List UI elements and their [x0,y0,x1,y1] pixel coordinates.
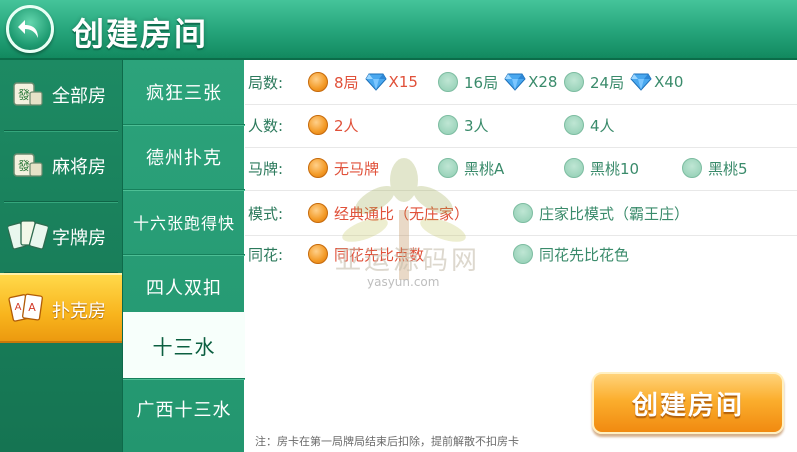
option-text: 经典通比（无庄家） [334,204,470,223]
radio-selected-icon [308,244,328,264]
radio-unselected-icon [564,115,584,135]
option-text: 16局 [464,73,499,92]
create-room-screen: 创建房间 發 全部房 發 麻将房 字牌房 A A 扑克房 疯狂三张 德州扑克 十… [0,0,797,452]
svg-text:發: 發 [18,158,30,173]
mode-option-banker[interactable]: 庄家比模式（霸王庄） [513,201,689,225]
category-item-mahjong[interactable]: 發 麻将房 [0,131,122,201]
watermark-text: 亚运源码网 [335,246,481,276]
radio-selected-icon [308,72,328,92]
word-cards-icon [8,220,48,250]
game-item-sixteen-run-fast[interactable]: 十六张跑得快 [123,190,245,254]
horse-option-spade-5[interactable]: 黑桃5 [682,156,748,180]
category-label: 全部房 [52,86,106,107]
room-card-cost: X40 [654,73,684,91]
category-item-all[interactable]: 發 全部房 [0,60,122,130]
watermark-domain: yasyun.com [367,275,440,289]
header-bar: 创建房间 [0,0,797,60]
option-text: 黑桃5 [708,159,748,178]
radio-unselected-icon [564,158,584,178]
horse-label: 马牌: [248,160,284,178]
players-option-4[interactable]: 4人 [564,113,615,137]
svg-text:發: 發 [18,87,30,102]
radio-unselected-icon [513,244,533,264]
diamond-icon [364,73,387,91]
poker-cards-icon: A A [8,293,43,322]
players-label: 人数: [248,117,284,135]
create-room-button[interactable]: 创建房间 [592,372,784,434]
radio-selected-icon [308,203,328,223]
flush-label: 同花: [248,246,284,264]
horse-row: 马牌: 无马牌 黑桃A 黑桃10 黑桃5 [245,148,797,190]
category-label: 麻将房 [52,157,106,178]
option-text: 4人 [590,116,615,135]
rounds-option-16[interactable]: 16局 X28 [438,70,557,94]
game-list: 疯狂三张 德州扑克 十六张跑得快 四人双扣 十三水 广西十三水 [122,60,245,452]
option-text: 24局 [590,73,625,92]
diamond-icon [504,73,526,91]
rounds-option-24[interactable]: 24局 X40 [564,70,683,94]
game-item-crazy-three[interactable]: 疯狂三张 [123,60,245,124]
room-card-note: 注：房卡在第一局牌局结束后扣除，提前解散不扣房卡 [255,435,519,448]
back-arrow-icon [18,20,38,38]
option-text: 黑桃10 [590,159,640,178]
category-sidebar: 發 全部房 發 麻将房 字牌房 A A 扑克房 [0,60,122,452]
category-label: 扑克房 [52,301,106,322]
option-text: 庄家比模式（霸王庄） [539,204,690,223]
radio-unselected-icon [682,158,702,178]
mode-row: 模式: 经典通比（无庄家） 庄家比模式（霸王庄） [245,191,797,233]
mahjong-tile-icon: 發 [13,82,43,106]
rounds-label: 局数: [248,74,284,92]
svg-text:A: A [15,302,22,313]
horse-option-spade-a[interactable]: 黑桃A [438,156,504,180]
flush-option-suit[interactable]: 同花先比花色 [513,242,629,266]
option-text: 黑桃A [464,159,505,178]
option-text: 2人 [334,116,359,135]
option-text: 同花先比花色 [539,245,630,264]
game-item-texas-holdem[interactable]: 德州扑克 [123,125,245,189]
radio-unselected-icon [438,115,458,135]
svg-text:A: A [28,301,36,314]
players-row: 人数: 2人 3人 4人 [245,105,797,147]
page-title: 创建房间 [72,15,209,53]
radio-selected-icon [308,115,328,135]
players-option-2[interactable]: 2人 [308,113,359,137]
option-text: 3人 [464,116,489,135]
radio-unselected-icon [438,72,458,92]
mode-label: 模式: [248,205,284,223]
radio-unselected-icon [438,158,458,178]
diamond-icon [630,73,652,91]
game-item-four-double[interactable]: 四人双扣 [123,255,245,319]
rounds-row: 局数: 8局 X15 16局 X28 24局 X40 [245,62,797,104]
room-card-cost: X28 [528,73,558,91]
rounds-option-8[interactable]: 8局 X15 [308,70,418,94]
horse-option-none[interactable]: 无马牌 [308,156,379,180]
room-card-cost: X15 [388,73,418,91]
radio-unselected-icon [513,203,533,223]
horse-option-spade-10[interactable]: 黑桃10 [564,156,639,180]
radio-unselected-icon [564,72,584,92]
option-text: 无马牌 [334,159,380,178]
category-item-poker[interactable]: A A 扑克房 [0,273,122,343]
mode-option-classic[interactable]: 经典通比（无庄家） [308,201,469,225]
mahjong-tile-icon: 發 [13,153,43,177]
category-label: 字牌房 [52,228,106,249]
back-button[interactable] [6,5,54,53]
category-item-word-cards[interactable]: 字牌房 [0,202,122,272]
players-option-3[interactable]: 3人 [438,113,489,137]
radio-selected-icon [308,158,328,178]
flush-row: 同花: 同花先比点数 同花先比花色 [245,236,797,278]
game-item-guangxi-thirteen[interactable]: 广西十三水 [123,379,245,439]
option-text: 8局 [334,73,359,92]
game-item-thirteen-water[interactable]: 十三水 [123,312,245,378]
